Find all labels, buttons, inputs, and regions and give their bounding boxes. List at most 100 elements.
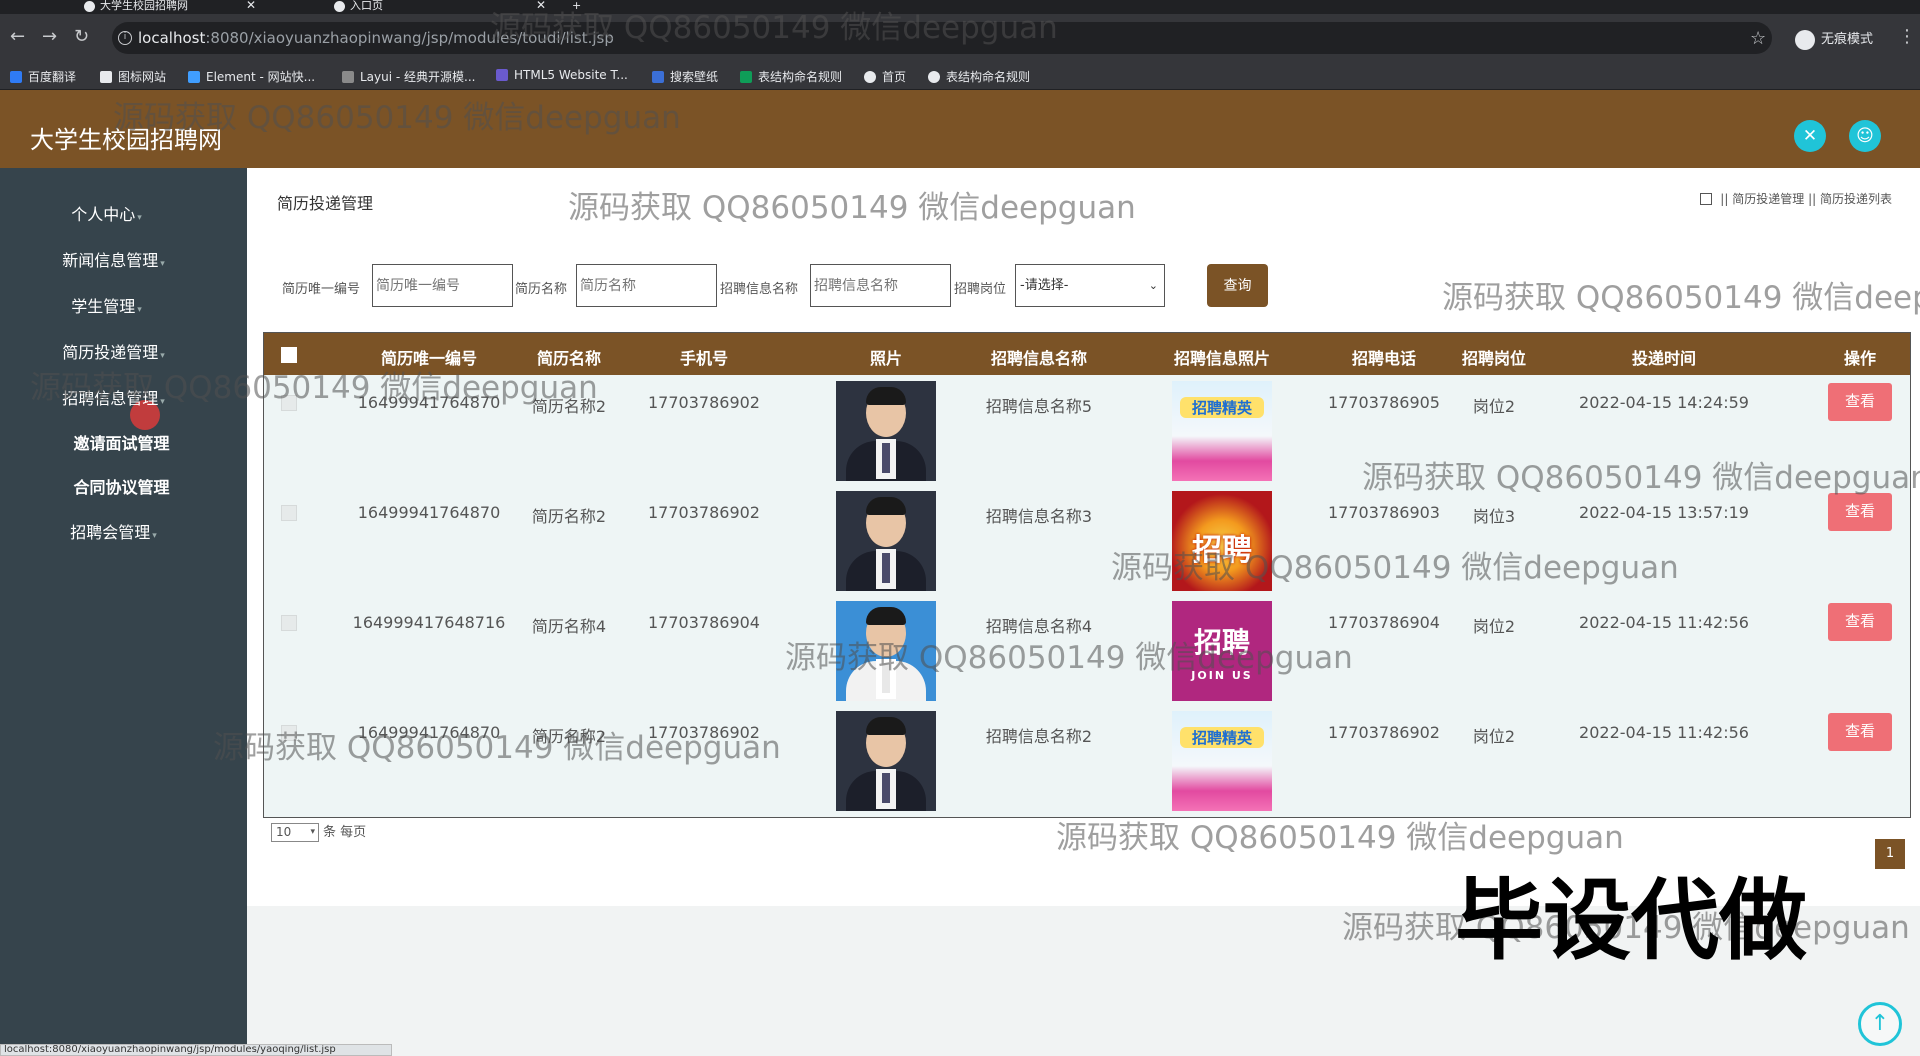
chevron-down-icon: ▾ (310, 827, 315, 837)
chevron-down-icon: ▾ (160, 259, 165, 269)
chevron-down-icon: ⌄ (1148, 279, 1158, 292)
close-tab-icon[interactable]: ✕ (536, 0, 546, 11)
sidebar-item-personal-center[interactable]: 个人中心 ▾ (0, 201, 230, 225)
sidebar-item-contract[interactable]: 合同协议管理 (0, 474, 245, 498)
sidebar-item-job-info[interactable]: 招聘信息管理 ▾ (0, 385, 237, 409)
forward-icon[interactable]: → (42, 28, 57, 46)
bookmark-item[interactable]: 首页 (864, 68, 906, 85)
back-to-top-icon[interactable]: ↑ (1858, 1002, 1902, 1046)
sidebar-item-news[interactable]: 新闻信息管理 ▾ (0, 247, 237, 271)
column-header[interactable]: 简历名称 (514, 345, 624, 369)
sheet-icon (740, 71, 752, 83)
column-header[interactable]: 手机号 (644, 345, 764, 369)
job-name-input[interactable] (810, 264, 951, 307)
resume-id-input[interactable] (372, 264, 513, 307)
view-button[interactable]: 查看 (1828, 713, 1892, 751)
element-icon (188, 71, 200, 83)
browser-tab-active[interactable]: 大学生校园招聘网 ✕ (80, 0, 260, 14)
incognito-label: 无痕模式 (1821, 32, 1874, 47)
page-size-control: 10 ▾ 条 每页 (271, 821, 366, 842)
fullscreen-icon[interactable]: ✕ (1794, 120, 1826, 152)
position-cell: 岗位3 (1472, 507, 1516, 526)
per-page-label: 条 每页 (323, 825, 367, 840)
resume-name-cell: 简历名称2 (531, 507, 607, 526)
bookmark-item[interactable]: Element - 网站快... (188, 68, 315, 85)
chevron-down-icon: ▾ (152, 531, 157, 541)
job-photo: 招聘 JOIN US (1172, 601, 1272, 701)
select-all-checkbox[interactable] (281, 347, 297, 363)
sidebar: 个人中心 ▾ 新闻信息管理 ▾ 学生管理 ▾ 简历投递管理 ▾ 招聘信息管理 ▾ 邀请面试… (0, 168, 247, 1056)
incognito-badge[interactable]: 无痕模式 (1795, 28, 1873, 50)
column-header: 照片 (869, 349, 902, 368)
browser-tab[interactable]: 入口页 ✕ (330, 0, 550, 14)
bookmark-item[interactable]: 图标网站 (100, 68, 166, 85)
new-tab-button[interactable]: + (572, 0, 592, 14)
bookmark-item[interactable]: 表结构命名规则 (740, 68, 842, 85)
breadcrumb-item: 简历投递列表 (1819, 192, 1892, 206)
sidebar-item-interview-invite[interactable]: 邀请面试管理 (0, 430, 245, 454)
breadcrumb-item[interactable]: 简历投递管理 (1732, 192, 1804, 206)
browser-status-url: localhost:8080/xiaoyuanzhaopinwang/jsp/m… (0, 1044, 392, 1056)
column-header: 招聘信息照片 (1173, 349, 1270, 368)
job-phone-cell: 17703786904 (1328, 613, 1440, 632)
view-button[interactable]: 查看 (1828, 493, 1892, 531)
column-header[interactable]: 招聘岗位 (1444, 345, 1544, 369)
globe-icon (864, 71, 876, 83)
layui-icon (342, 71, 354, 83)
user-icon[interactable]: ☺ (1849, 120, 1881, 152)
browser-menu-icon[interactable]: ⋮ (1898, 26, 1916, 47)
student-photo (836, 491, 936, 591)
bookmark-star-icon[interactable]: ☆ (1750, 28, 1766, 49)
bookmark-item[interactable]: HTML5 Website T... (496, 68, 628, 82)
page-number-button[interactable]: 1 (1875, 839, 1905, 869)
table-row: 164999417648716 简历名称4 17703786904 招聘信息名称… (264, 595, 1910, 705)
breadcrumb: || 简历投递管理 || 简历投递列表 (1700, 190, 1892, 207)
site-info-icon[interactable]: i (118, 31, 132, 45)
sidebar-item-resume-delivery[interactable]: 简历投递管理 ▾ (0, 339, 237, 363)
time-cell: 2022-04-15 13:57:19 (1579, 503, 1749, 522)
column-header[interactable]: 简历唯一编号 (364, 345, 494, 369)
back-icon[interactable]: ← (10, 28, 25, 46)
sidebar-item-students[interactable]: 学生管理 ▾ (0, 293, 230, 317)
bookmark-item[interactable]: 表结构命名规则 (928, 68, 1030, 85)
column-header[interactable]: 投递时间 (1564, 345, 1764, 369)
page-title: 简历投递管理 (277, 194, 374, 213)
time-cell: 2022-04-15 14:24:59 (1579, 393, 1749, 412)
job-phone-cell: 17703786902 (1328, 723, 1440, 742)
position-cell: 岗位2 (1472, 397, 1516, 416)
tab-title: 大学生校园招聘网 (100, 0, 188, 12)
page-size-select[interactable]: 10 ▾ (271, 823, 319, 842)
student-photo (836, 601, 936, 701)
site-brand: 大学生校园招聘网 (30, 126, 222, 154)
close-tab-icon[interactable]: ✕ (246, 0, 256, 11)
translate-icon (10, 71, 22, 83)
home-icon[interactable] (1700, 193, 1713, 205)
table-header: 简历唯一编号 简历名称 手机号 照片 招聘信息名称 招聘信息照片 招聘电话 招聘… (264, 333, 1910, 375)
bookmark-item[interactable]: Layui - 经典开源模... (342, 68, 475, 85)
view-button[interactable]: 查看 (1828, 383, 1892, 421)
query-button[interactable]: 查询 (1207, 264, 1268, 307)
bookmark-item[interactable]: 百度翻译 (10, 68, 76, 85)
wallpaper-icon (652, 71, 664, 83)
resume-name-input[interactable] (576, 264, 717, 307)
column-header[interactable]: 招聘信息名称 (964, 345, 1114, 369)
app-header: 大学生校园招聘网 ✕ ☺ (0, 90, 1920, 168)
bookmark-item[interactable]: 搜索壁纸 (652, 68, 718, 85)
column-header[interactable]: 招聘电话 (1324, 345, 1444, 369)
browser-tab-strip: 大学生校园招聘网 ✕ 入口页 ✕ + (0, 0, 1920, 14)
position-select[interactable]: -请选择- ⌄ (1015, 264, 1165, 307)
table-row: 16499941764870 简历名称2 17703786902 招聘信息名称2… (264, 705, 1910, 815)
row-checkbox[interactable] (281, 615, 297, 631)
resume-name-cell: 简历名称4 (531, 617, 607, 636)
flag-icon (100, 71, 112, 83)
view-button[interactable]: 查看 (1828, 603, 1892, 641)
reload-icon[interactable]: ↻ (74, 28, 89, 46)
main-content: 简历投递管理 || 简历投递管理 || 简历投递列表 简历唯一编号 简历名称 招… (247, 168, 1920, 906)
resume-name-cell: 简历名称2 (531, 727, 607, 746)
url-field[interactable]: i localhost:8080/xiaoyuanzhaopinwang/jsp… (112, 22, 1772, 54)
position-cell: 岗位2 (1472, 617, 1516, 636)
sidebar-item-job-fair[interactable]: 招聘会管理 ▾ (0, 519, 237, 543)
row-checkbox[interactable] (281, 725, 297, 741)
row-checkbox[interactable] (281, 505, 297, 521)
row-checkbox[interactable] (281, 395, 297, 411)
